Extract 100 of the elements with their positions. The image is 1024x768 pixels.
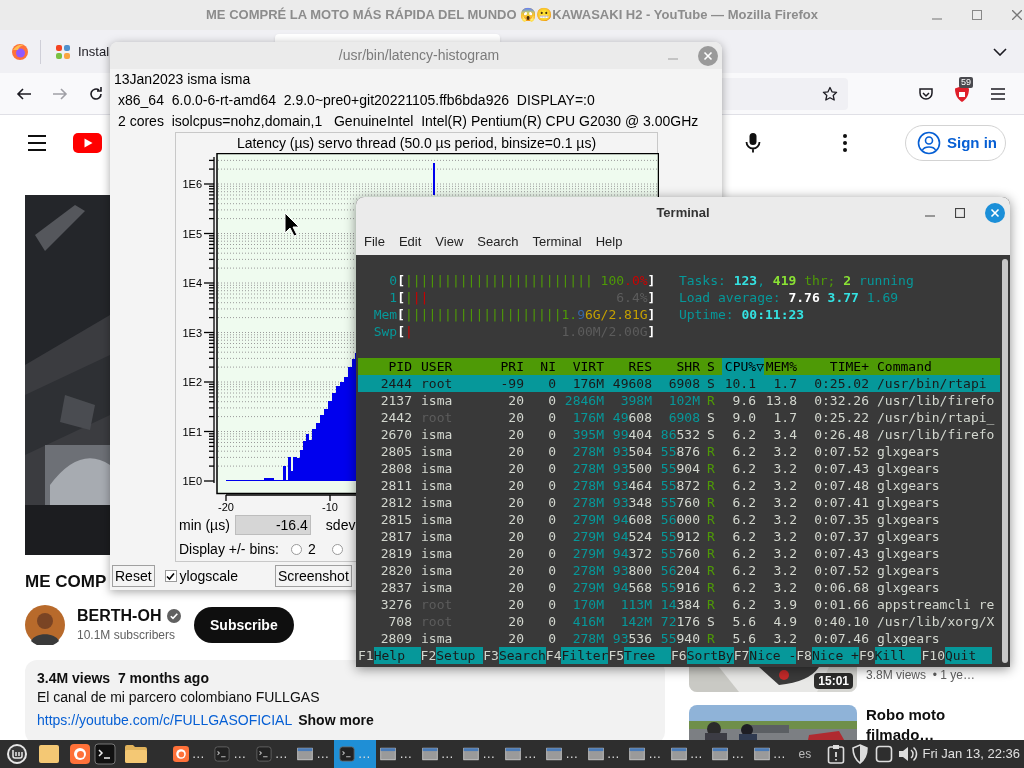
more-icon[interactable]: [843, 134, 847, 152]
menu-icon[interactable]: [6, 743, 28, 765]
taskbar-button[interactable]: …: [666, 740, 708, 768]
microphone-icon[interactable]: [745, 132, 761, 154]
column-header[interactable]: MEM%: [764, 358, 797, 375]
menu-icon[interactable]: [25, 134, 49, 152]
window-title: ME COMPRÉ LA MOTO MÁS RÁPIDA DEL MUNDO 😱😬KAWASAKI H2 - YouTube — Mozilla Firefox: [206, 6, 818, 25]
window-icon: [753, 746, 770, 762]
window-icon: [297, 746, 314, 762]
min-field[interactable]: -16.4: [234, 515, 311, 535]
taskbar-button[interactable]: …: [375, 740, 417, 768]
browser-tab[interactable]: Instal: [50, 33, 110, 70]
close-icon[interactable]: [985, 202, 1005, 223]
play-logo-icon[interactable]: [73, 133, 102, 153]
radio-button[interactable]: [291, 543, 302, 555]
menu-item[interactable]: View: [428, 231, 471, 252]
process-row[interactable]: 2820 isma 20 0 278M 93800 56204 R 6.2 3.2 0:07.52 glxgears: [358, 562, 1000, 579]
column-header[interactable]: NI: [524, 358, 556, 375]
close-icon[interactable]: [698, 45, 718, 66]
checkbox[interactable]: [164, 570, 177, 582]
reload-icon[interactable]: [88, 85, 104, 102]
firefox-icon[interactable]: [11, 42, 29, 61]
column-header[interactable]: RES: [604, 358, 652, 375]
reset-button[interactable]: Reset: [112, 565, 155, 587]
process-row[interactable]: 2815 isma 20 0 279M 94608 56000 R 6.2 3.2 0:07.35 glxgears: [358, 511, 1000, 528]
menu-icon[interactable]: [990, 86, 1006, 101]
taskbar-button[interactable]: …: [707, 740, 749, 768]
column-header[interactable]: SHR: [652, 358, 700, 375]
window-title: /usr/bin/latency-histogram: [338, 46, 500, 65]
pocket-icon[interactable]: [918, 85, 934, 102]
note-icon[interactable]: [38, 744, 60, 764]
show-more-link[interactable]: Show more: [298, 711, 374, 730]
star-icon[interactable]: [822, 85, 838, 102]
terminal-icon[interactable]: [94, 743, 116, 765]
menu-item[interactable]: Edit: [391, 231, 429, 252]
column-header[interactable]: PRI: [494, 358, 524, 375]
process-row[interactable]: 2819 isma 20 0 279M 94372 55760 R 6.2 3.2 0:07.43 glxgears: [358, 545, 1000, 562]
screenshot-button[interactable]: Screenshot: [274, 565, 352, 587]
taskbar-button[interactable]: …: [417, 740, 459, 768]
info-text: x86_64 6.0.0-6-rt-amd64 2.9.0~pre0+git20221105.ffb6bda926 DISPLAY=:0: [117, 91, 596, 110]
scrollbar-thumb[interactable]: [1002, 259, 1008, 663]
process-row[interactable]: 2809 isma 20 0 278M 93536 55940 R 5.6 3.2 0:07.46 glxgears: [358, 630, 1000, 647]
taskbar-button[interactable]: …: [251, 740, 293, 768]
process-row[interactable]: 2808 isma 20 0 278M 93500 55904 R 6.2 3.2 0:07.43 glxgears: [358, 460, 1000, 477]
taskbar-button[interactable]: …: [292, 740, 334, 768]
taskbar-button[interactable]: …: [209, 740, 251, 768]
subscriber-count: 10.1M subscribers: [77, 627, 177, 644]
column-header[interactable]: VIRT: [556, 358, 604, 375]
column-header[interactable]: Command: [869, 358, 1000, 375]
address-field[interactable]: [722, 77, 848, 110]
maximize-icon[interactable]: [955, 207, 965, 218]
column-header[interactable]: USER: [412, 358, 494, 375]
taskbar-button[interactable]: …: [458, 740, 500, 768]
grid-icon: [55, 43, 71, 60]
axis-label: 1E1: [182, 425, 202, 438]
subscribe-button[interactable]: Subscribe: [194, 607, 294, 643]
square-icon[interactable]: [875, 745, 894, 763]
back-icon[interactable]: [16, 85, 32, 102]
terminal-icon: [255, 746, 272, 762]
taskbar-button[interactable]: …: [624, 740, 666, 768]
taskbar-button[interactable]: …: [749, 740, 791, 768]
link[interactable]: https://youtube.com/c/FULLGASOFICIAL: [37, 711, 293, 730]
process-row[interactable]: 2811 isma 20 0 278M 93464 55872 R 6.2 3.2 0:07.48 glxgears: [358, 477, 1000, 494]
close-icon[interactable]: [1012, 10, 1022, 20]
column-header[interactable]: CPU%▽: [722, 358, 764, 375]
taskbar-button[interactable]: …: [500, 740, 542, 768]
process-row[interactable]: 2812 isma 20 0 278M 93348 55760 R 6.2 3.2 0:07.41 glxgears: [358, 494, 1000, 511]
column-header[interactable]: PID: [358, 358, 412, 375]
column-header[interactable]: S: [700, 358, 722, 375]
axis-label: 1E3: [182, 326, 202, 339]
radio-button[interactable]: [331, 543, 343, 555]
process-row[interactable]: 2805 isma 20 0 278M 93504 55876 R 6.2 3.2 0:07.52 glxgears: [358, 443, 1000, 460]
language-indicator[interactable]: es: [798, 745, 812, 763]
process-row[interactable]: 2837 isma 20 0 279M 94568 55916 R 6.2 3.2 0:06.68 glxgears: [358, 579, 1000, 596]
process-row[interactable]: 2137 isma 20 0 2846M 398M 102M R 9.6 13.8 0:32.26 /usr/lib/firefo: [358, 392, 1000, 409]
meter-line: 0[|||||||||||||||||||||||| 100.0%]: [388, 272, 656, 289]
taskbar-button[interactable]: …: [541, 740, 583, 768]
clock[interactable]: Fri Jan 13, 22:36: [922, 744, 1020, 764]
process-row[interactable]: 2670 isma 20 0 395M 99404 86532 S 6.2 3.4 0:26.48 /usr/lib/firefo: [358, 426, 1000, 443]
firefox-icon[interactable]: [70, 744, 90, 764]
window-icon: [670, 746, 687, 762]
shield-icon[interactable]: [851, 744, 870, 764]
menu-item[interactable]: Search: [470, 231, 526, 252]
clipboard-icon[interactable]: [827, 744, 846, 764]
menu-item[interactable]: Terminal: [525, 231, 589, 252]
chevron-down-icon[interactable]: [993, 47, 1007, 56]
checkbox-label: ylogscale: [179, 566, 238, 586]
channel-name[interactable]: BERTH-OH: [77, 606, 162, 626]
menu-item[interactable]: Help: [588, 231, 630, 252]
folder-icon[interactable]: [124, 744, 148, 764]
process-row[interactable]: 2817 isma 20 0 279M 94524 55912 R 6.2 3.2 0:07.37 glxgears: [358, 528, 1000, 545]
menu-item[interactable]: File: [357, 231, 392, 252]
status-line: Load average: 7.76 3.77 1.69: [678, 289, 900, 306]
video-title[interactable]: Robo moto filmado…: [866, 705, 966, 740]
volume-icon[interactable]: [898, 745, 919, 763]
column-header[interactable]: TIME+: [797, 358, 869, 375]
process-row[interactable]: 2444 root -99 0 176M 49608 6908 S 10.1 1.7 0:25.02 /usr/bin/rtapi: [358, 375, 1000, 392]
avatar[interactable]: [25, 605, 65, 645]
taskbar-button[interactable]: …: [583, 740, 625, 768]
taskbar-button[interactable]: …: [168, 740, 210, 768]
